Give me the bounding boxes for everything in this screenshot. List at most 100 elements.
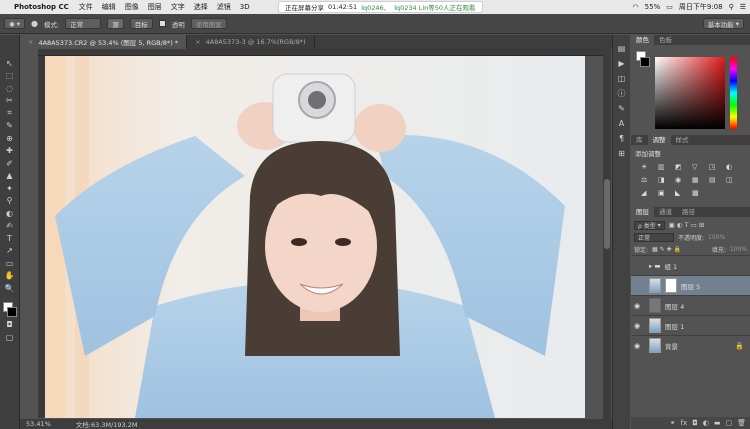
menu-3d[interactable]: 3D (240, 3, 250, 11)
layer-row-layer-4[interactable]: ◉ 图层 4 (631, 295, 750, 315)
hand-tool-icon[interactable]: ✋ (3, 270, 17, 283)
gradient-map-icon[interactable]: ◣ (675, 189, 687, 197)
clone-source-icon[interactable]: ⊞ (616, 148, 628, 160)
exposure-icon[interactable]: ◐ (726, 163, 738, 171)
layer-kind-filter[interactable]: ρ 类型 ▾ (634, 220, 665, 230)
delete-layer-icon[interactable]: 🗑 (737, 419, 746, 427)
healing-tool-icon[interactable]: ⊕ (3, 132, 17, 145)
threshold-icon[interactable]: ▣ (658, 189, 670, 197)
use-pattern-button[interactable]: 使用图案 (190, 18, 227, 29)
filter-icons[interactable]: ▣ ◐ T ▭ ⊞ (669, 221, 705, 229)
blur-tool-icon[interactable]: ⚲ (3, 195, 17, 208)
color-lookup-icon[interactable]: ▤ (709, 176, 721, 184)
transparent-checkbox[interactable] (158, 20, 166, 27)
properties-icon[interactable]: ◫ (616, 73, 628, 85)
clone-stamp-tool-icon[interactable]: ✐ (3, 157, 17, 170)
document-canvas[interactable] (45, 56, 585, 418)
menu-file[interactable]: 文件 (79, 2, 93, 12)
menu-filter[interactable]: 滤镜 (217, 2, 231, 12)
shape-tool-icon[interactable]: ▭ (3, 257, 17, 270)
tab-layers[interactable]: 图层 (631, 207, 654, 217)
eye-icon[interactable]: ◉ (631, 322, 643, 330)
blend-mode-select[interactable]: 正常 (634, 232, 674, 242)
black-white-icon[interactable]: ◨ (658, 176, 670, 184)
menu-type[interactable]: 文字 (171, 2, 185, 12)
eyedropper-tool-icon[interactable]: ✎ (3, 120, 17, 133)
info-icon[interactable]: ⓘ (616, 88, 628, 100)
posterize-icon[interactable]: ◢ (641, 189, 653, 197)
hue-saturation-icon[interactable]: ◳ (709, 163, 721, 171)
vibrance-icon[interactable]: ▽ (692, 163, 704, 171)
tab-channels[interactable]: 通道 (654, 207, 677, 217)
dodge-tool-icon[interactable]: ◐ (3, 207, 17, 220)
search-icon[interactable]: ⚲ (729, 3, 734, 11)
close-icon[interactable]: × (195, 38, 200, 46)
move-tool-icon[interactable]: ↖ (3, 57, 17, 70)
color-field[interactable] (655, 57, 725, 129)
invert-icon[interactable]: ◫ (726, 176, 738, 184)
history-brush-tool-icon[interactable]: ▲ (3, 170, 17, 183)
quick-mask-icon[interactable]: ◘ (3, 319, 17, 332)
source-button[interactable]: 源 (107, 18, 124, 29)
layer-row-group-1[interactable]: ▸ ▬ 组 1 (631, 255, 750, 275)
clock[interactable]: 周日下午9:08 (679, 2, 723, 12)
layer-row-layer-5[interactable]: 图层 5 (631, 275, 750, 295)
layer-row-layer-1[interactable]: ◉ 图层 1 (631, 315, 750, 335)
layer-style-icon[interactable]: fx (681, 419, 688, 427)
new-layer-icon[interactable]: ▢ (725, 419, 732, 427)
eye-icon[interactable]: ◉ (631, 302, 643, 310)
photo-filter-icon[interactable]: ◉ (675, 176, 687, 184)
tab-libraries[interactable]: 库 (631, 135, 648, 145)
zoom-tool-icon[interactable]: 🔍 (3, 282, 17, 295)
tab-swatches[interactable]: 色板 (654, 35, 677, 45)
workspace-select[interactable]: 基本功能 ▾ (702, 18, 744, 29)
layer-mask-thumbnail[interactable] (665, 278, 677, 293)
type-tool-icon[interactable]: T (3, 232, 17, 245)
history-icon[interactable]: ▤ (616, 43, 628, 55)
tab-document-2[interactable]: × 4A8A5373-3 @ 16.7%(RGB/8*) (187, 35, 315, 49)
crop-tool-icon[interactable]: ✂ (3, 95, 17, 108)
character-icon[interactable]: A (616, 118, 628, 130)
curves-icon[interactable]: ◩ (675, 163, 687, 171)
brush-presets-icon[interactable]: ✎ (616, 103, 628, 115)
pen-tool-icon[interactable]: ✍ (3, 220, 17, 233)
wifi-icon[interactable]: ◠ (633, 3, 639, 11)
tab-paths[interactable]: 路径 (677, 207, 700, 217)
eye-icon[interactable]: ◉ (631, 342, 643, 350)
selective-color-icon[interactable]: ▩ (692, 189, 704, 197)
adjustment-layer-icon[interactable]: ◐ (703, 419, 709, 427)
path-select-tool-icon[interactable]: ↗ (3, 245, 17, 258)
scrollbar-thumb[interactable] (604, 179, 610, 249)
color-balance-icon[interactable]: ⚖ (641, 176, 653, 184)
tool-preset-picker[interactable]: ◉ ▾ (4, 18, 26, 29)
background-color-swatch[interactable] (6, 306, 17, 317)
channel-mixer-icon[interactable]: ▦ (692, 176, 704, 184)
menu-list-icon[interactable]: ☰ (740, 3, 746, 11)
menu-edit[interactable]: 编辑 (102, 2, 116, 12)
menu-select[interactable]: 选择 (194, 2, 208, 12)
panel-background-swatch[interactable] (640, 57, 650, 67)
vertical-scrollbar[interactable] (603, 49, 611, 419)
brush-size-icon[interactable]: ● (31, 19, 38, 28)
actions-icon[interactable]: ▶ (616, 58, 628, 70)
close-icon[interactable]: × (28, 38, 33, 46)
link-layers-icon[interactable]: ⚭ (670, 419, 676, 427)
eraser-tool-icon[interactable]: ✦ (3, 182, 17, 195)
layer-row-background[interactable]: ◉ 背景 🔒 (631, 335, 750, 355)
new-group-icon[interactable]: ▬ (714, 419, 721, 427)
destination-button[interactable]: 目标 (129, 18, 153, 29)
levels-icon[interactable]: ▥ (658, 163, 670, 171)
menu-image[interactable]: 图像 (125, 2, 139, 12)
lasso-tool-icon[interactable]: ◌ (3, 82, 17, 95)
app-name[interactable]: Photoshop CC (14, 3, 69, 11)
mode-select[interactable]: 正常 (65, 18, 102, 29)
brightness-icon[interactable]: ☀ (641, 163, 653, 171)
quick-select-tool-icon[interactable]: ⌗ (3, 107, 17, 120)
menu-layer[interactable]: 图层 (148, 2, 162, 12)
opacity-value[interactable]: 100% (708, 234, 725, 241)
paragraph-icon[interactable]: ¶ (616, 133, 628, 145)
tab-document-1[interactable]: × 4A8A5373.CR2 @ 53.4% (图层 5, RGB/8*) * (20, 35, 188, 49)
zoom-level[interactable]: 53.41% (26, 420, 51, 428)
marquee-tool-icon[interactable]: ⬚ (3, 70, 17, 83)
add-mask-icon[interactable]: ◘ (692, 419, 698, 427)
